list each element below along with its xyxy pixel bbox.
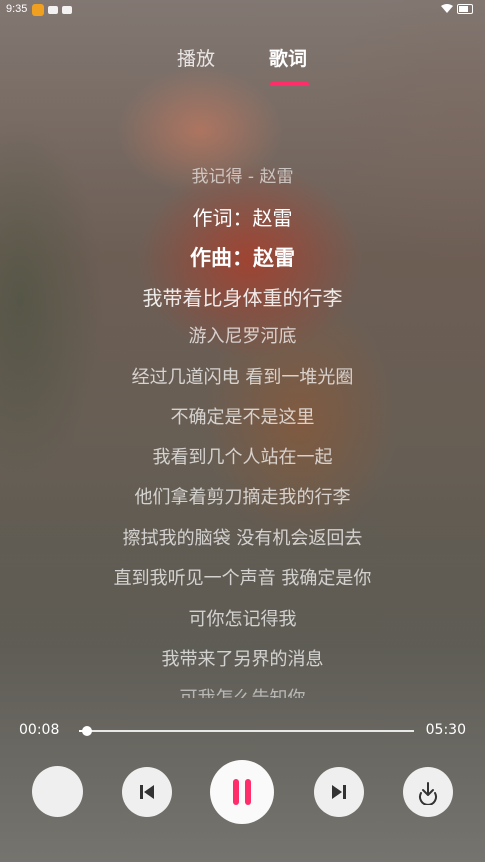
lyric-line: 可我怎么告知你: [0, 684, 485, 698]
album-cover-button[interactable]: [32, 766, 83, 817]
total-time: 05:30: [425, 722, 466, 738]
lyric-line: 擦拭我的脑袋 没有机会返回去: [122, 528, 363, 549]
status-time: 9:35: [6, 3, 28, 15]
game-icon: [48, 6, 58, 14]
tab-lyrics[interactable]: 歌词: [269, 44, 307, 71]
skip-previous-icon: [140, 785, 154, 799]
lyric-line: 我带着比身体重的行李: [142, 286, 343, 310]
lyric-line: 经过几道闪电 看到一堆光圈: [131, 367, 354, 388]
lyric-line: 不确定是不是这里: [170, 407, 315, 428]
next-button[interactable]: [314, 767, 364, 817]
skip-next-icon: [332, 785, 346, 799]
lyrics-list[interactable]: 我记得 - 赵雷 作词：赵雷 作曲：赵雷 我带着比身体重的行李 游入尼罗河底 经…: [0, 158, 485, 698]
battery-icon: [457, 4, 473, 14]
seek-track[interactable]: [79, 726, 414, 736]
app-notification-icon: [32, 4, 44, 16]
status-bar: 9:35: [0, 0, 485, 20]
active-tab-indicator: [270, 82, 309, 86]
lyric-line: 游入尼罗河底: [188, 326, 297, 347]
lyric-line: 可你怎记得我: [188, 609, 297, 630]
lyric-line: 我记得 - 赵雷: [191, 167, 294, 187]
lyric-line: 他们拿着剪刀摘走我的行李: [134, 487, 351, 508]
lyric-line: 我看到几个人站在一起: [152, 447, 333, 468]
lyric-line: 作词：赵雷: [192, 206, 293, 230]
top-tabs: 播放 歌词: [0, 44, 485, 88]
lyric-line-current: 作曲：赵雷: [190, 246, 295, 270]
play-pause-button[interactable]: [210, 760, 274, 824]
playback-controls: [0, 760, 485, 824]
download-button[interactable]: [403, 767, 453, 817]
lyric-line: 直到我听见一个声音 我确定是你: [113, 568, 372, 589]
status-notification-icons: [32, 4, 72, 16]
status-system-icons: [441, 4, 473, 14]
bag-icon: [62, 6, 72, 14]
seek-thumb[interactable]: [82, 726, 93, 736]
progress-bar-area: 00:08 05:30: [0, 718, 485, 744]
download-icon: [419, 782, 437, 805]
lyric-line: 我带来了另界的消息: [161, 649, 324, 670]
wifi-icon: [441, 4, 453, 13]
previous-button[interactable]: [122, 767, 172, 817]
pause-icon: [233, 779, 251, 805]
current-time: 00:08: [19, 722, 60, 738]
tab-play[interactable]: 播放: [177, 44, 215, 71]
